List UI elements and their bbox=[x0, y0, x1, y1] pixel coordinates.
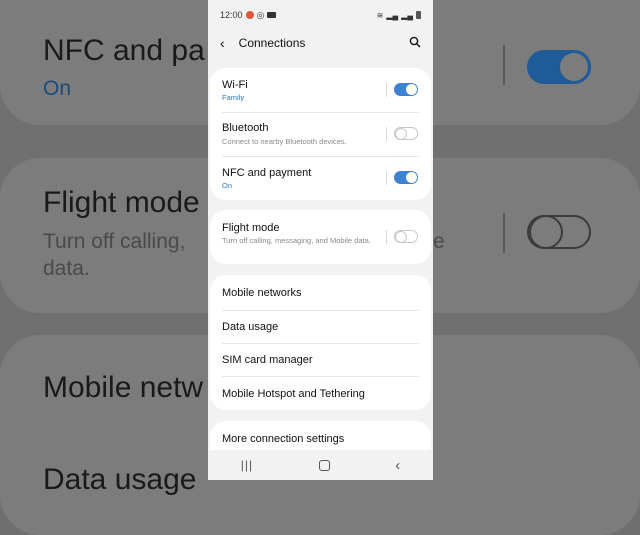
row-separator bbox=[386, 127, 387, 141]
nfc-sub: On bbox=[222, 181, 233, 190]
battery-icon bbox=[416, 11, 421, 19]
youtube-icon bbox=[267, 12, 277, 18]
cell-signal-icon: ▂▄ bbox=[386, 10, 399, 20]
row-separator bbox=[386, 83, 387, 97]
notification-icon bbox=[245, 11, 254, 19]
bg-separator bbox=[503, 213, 505, 253]
home-icon[interactable] bbox=[318, 459, 330, 471]
bg-flight-title: Flight mode bbox=[43, 186, 200, 219]
app-bar: ‹ Connections bbox=[208, 30, 433, 56]
row-separator bbox=[386, 171, 387, 185]
bg-nfc-title: NFC and pa bbox=[43, 34, 205, 67]
list-item-data-usage[interactable]: Data usage bbox=[210, 310, 431, 343]
bg-flight-sub1-right: e bbox=[433, 230, 445, 253]
row-separator bbox=[386, 230, 387, 244]
mobile-networks-label: Mobile networks bbox=[222, 287, 302, 299]
flight-mode-sub: Turn off calling, messaging, and Mobile … bbox=[222, 236, 371, 245]
bg-separator bbox=[503, 45, 505, 85]
bg-data-title: Data usage bbox=[43, 463, 197, 496]
bg-flight-sub1: Turn off calling, bbox=[43, 230, 186, 253]
more-connection-settings-label: More connection settings bbox=[222, 433, 345, 445]
wifi-toggle[interactable] bbox=[394, 83, 418, 96]
wifi-sub: Family bbox=[222, 93, 245, 102]
card-flight-mode: Flight mode Turn off calling, messaging,… bbox=[210, 210, 431, 264]
flight-mode-toggle[interactable] bbox=[394, 230, 418, 243]
sim-card-manager-label: SIM card manager bbox=[222, 354, 313, 366]
list-item-mobile-networks[interactable]: Mobile networks bbox=[210, 275, 431, 309]
bg-flight-toggle bbox=[527, 215, 591, 249]
bluetooth-sub: Connect to nearby Bluetooth devices. bbox=[222, 137, 347, 146]
back-nav-icon[interactable]: ‹ bbox=[395, 457, 400, 474]
list-item-sim-card-manager[interactable]: SIM card manager bbox=[210, 343, 431, 376]
bg-nfc-toggle bbox=[527, 50, 591, 84]
recents-icon[interactable]: ||| bbox=[241, 458, 253, 472]
navigation-bar: ||| ‹ bbox=[208, 450, 433, 480]
bluetooth-label: Bluetooth bbox=[222, 122, 269, 134]
card-networks: Mobile networks Data usage SIM card mana… bbox=[210, 275, 431, 410]
list-item-nfc[interactable]: NFC and payment On bbox=[210, 156, 431, 200]
list-item-mobile-hotspot[interactable]: Mobile Hotspot and Tethering bbox=[210, 376, 431, 410]
list-item-bluetooth[interactable]: Bluetooth Connect to nearby Bluetooth de… bbox=[210, 112, 431, 156]
page-title: Connections bbox=[238, 36, 306, 50]
wifi-label: Wi-Fi bbox=[222, 79, 248, 91]
search-icon[interactable] bbox=[409, 36, 421, 51]
nfc-label: NFC and payment bbox=[222, 167, 312, 179]
bg-mobile-title: Mobile netw bbox=[43, 371, 204, 404]
list-item-wifi[interactable]: Wi-Fi Family bbox=[210, 68, 431, 112]
nfc-toggle[interactable] bbox=[394, 171, 418, 184]
cell-signal-icon-2: ▂▄ bbox=[401, 10, 413, 20]
status-time: 12:00 bbox=[220, 10, 243, 20]
wifi-signal-icon: ≋ bbox=[376, 10, 384, 20]
flight-mode-label: Flight mode bbox=[222, 222, 280, 234]
phone-screen: 12:00 ◎ ≋ ▂▄ ▂▄ ‹ Connections Wi-Fi Fami… bbox=[208, 0, 433, 480]
bg-nfc-sub: On bbox=[43, 77, 72, 100]
card-connections: Wi-Fi Family Bluetooth Connect to nearby… bbox=[210, 68, 431, 200]
mobile-hotspot-label: Mobile Hotspot and Tethering bbox=[222, 388, 365, 400]
data-usage-label: Data usage bbox=[222, 321, 279, 333]
bg-flight-sub2: data. bbox=[43, 257, 90, 280]
bluetooth-toggle[interactable] bbox=[394, 127, 418, 140]
list-item-flight-mode[interactable]: Flight mode Turn off calling, messaging,… bbox=[210, 210, 431, 264]
status-bar: 12:00 ◎ ≋ ▂▄ ▂▄ bbox=[208, 0, 433, 30]
back-icon[interactable]: ‹ bbox=[220, 35, 225, 51]
whatsapp-icon: ◎ bbox=[256, 9, 265, 20]
